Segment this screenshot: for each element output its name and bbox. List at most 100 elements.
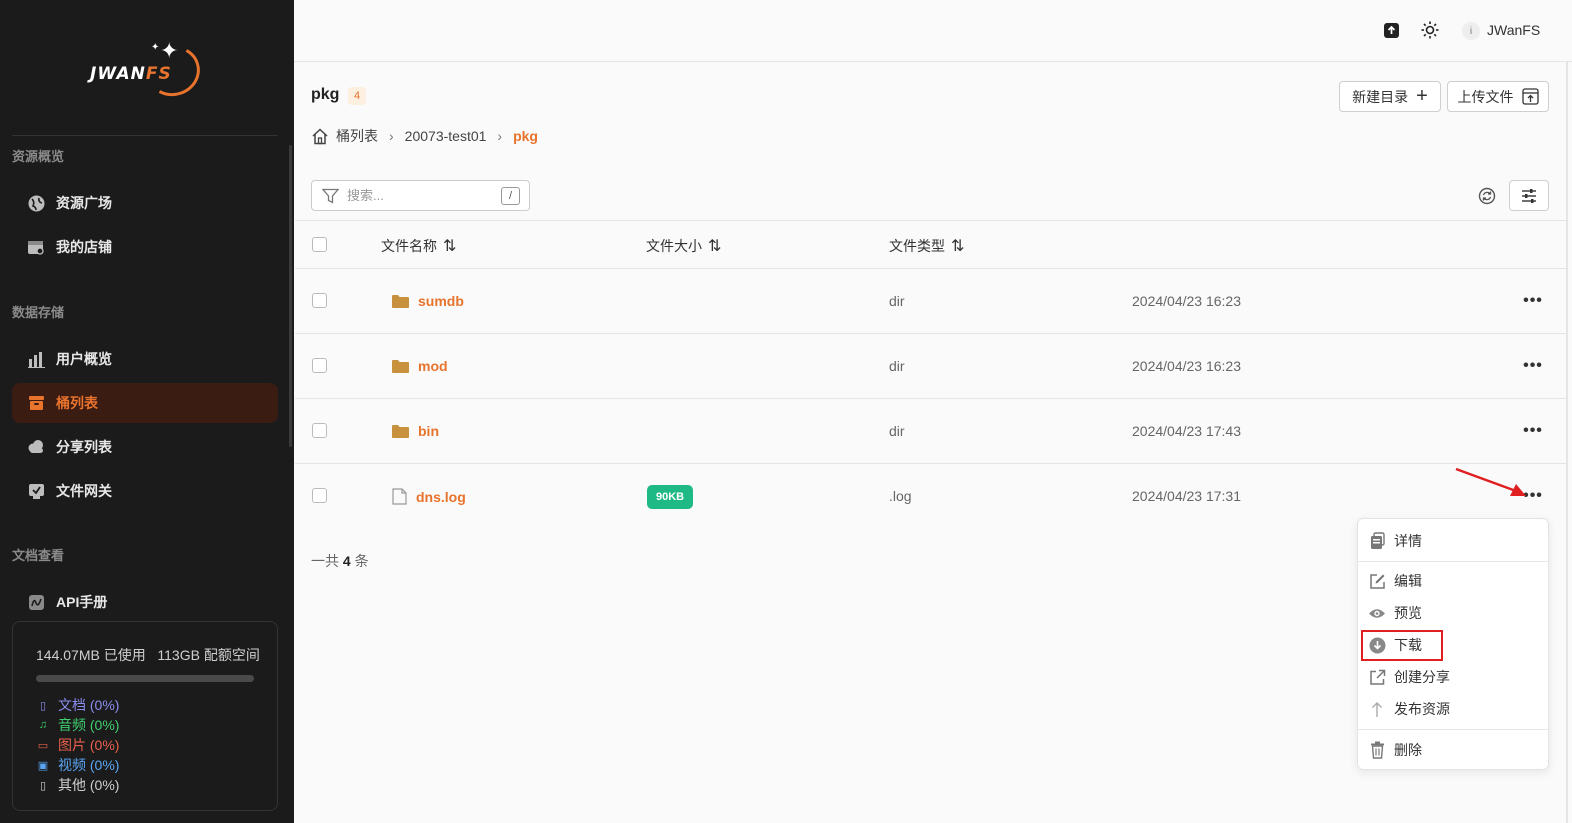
theme-toggle-icon[interactable]: [1420, 20, 1440, 40]
quota-panel: 144.07MB 已使用 113GB 配额空间 ▯ 文档 (0%) ♫ 音频 (0%…: [12, 621, 278, 811]
trash-icon: [1368, 741, 1386, 759]
edit-icon: [1368, 572, 1386, 590]
folder-icon: [392, 294, 409, 308]
modified-time: 2024/04/23 17:43: [1132, 423, 1241, 439]
eye-icon: [1368, 604, 1386, 622]
refresh-button[interactable]: [1474, 180, 1500, 211]
sort-icon: ⇅: [443, 238, 457, 255]
annotation-arrow-icon: [1455, 467, 1526, 496]
sidebar-item-bucket-list[interactable]: 桶列表: [12, 383, 278, 423]
file-name-link[interactable]: mod: [392, 358, 448, 374]
new-directory-button[interactable]: 新建目录 +: [1339, 81, 1441, 112]
page-scrollbar[interactable]: [1566, 62, 1568, 823]
menu-item-preview[interactable]: 预览: [1368, 602, 1422, 624]
sidebar-scrollbar[interactable]: [289, 145, 292, 447]
column-header-type[interactable]: 文件类型 ⇅: [889, 236, 964, 256]
breadcrumb-bucket[interactable]: 20073-test01: [405, 128, 487, 144]
more-actions-button[interactable]: •••: [1523, 421, 1543, 441]
sort-icon: ⇅: [951, 238, 965, 255]
quota-type-list: ▯ 文档 (0%) ♫ 音频 (0%) ▭ 图片 (0%) ▣ 视频 (0%) ▯ 其他 …: [36, 695, 277, 795]
row-checkbox[interactable]: [312, 358, 327, 373]
file-type: dir: [889, 423, 905, 439]
filter-icon: [322, 188, 339, 204]
upload-file-button[interactable]: 上传文件: [1447, 81, 1549, 112]
section-title-storage: 数据存储: [12, 305, 65, 320]
table-row[interactable]: sumdb dir 2024/04/23 16:23 •••: [295, 269, 1567, 334]
row-checkbox[interactable]: [312, 488, 327, 503]
file-name-link[interactable]: bin: [392, 423, 439, 439]
sidebar-item-user-overview[interactable]: 用户概览: [12, 339, 278, 379]
file-name-link[interactable]: dns.log: [392, 488, 466, 505]
sparkle-icon: ✦: [160, 38, 179, 63]
ellipsis-icon: •••: [1523, 357, 1543, 374]
more-actions-button[interactable]: •••: [1523, 356, 1543, 376]
quota-progress-bar: [36, 675, 254, 682]
quota-type-image: ▭ 图片 (0%): [37, 737, 120, 753]
external-link-icon: [1368, 668, 1386, 686]
table-header: 文件名称 ⇅ 文件大小 ⇅ 文件类型 ⇅: [295, 220, 1567, 269]
sort-icon: ⇅: [708, 238, 722, 255]
quota-type-audio: ♫ 音频 (0%): [36, 715, 277, 735]
search-shortcut-key: /: [501, 187, 520, 205]
menu-divider: [1358, 729, 1548, 730]
row-checkbox[interactable]: [312, 423, 327, 438]
more-actions-button[interactable]: •••: [1523, 291, 1543, 311]
table-row[interactable]: bin dir 2024/04/23 17:43 •••: [295, 399, 1567, 464]
modified-time: 2024/04/23 17:31: [1132, 488, 1241, 504]
column-header-name[interactable]: 文件名称 ⇅: [381, 236, 456, 256]
breadcrumb-current: pkg: [513, 128, 538, 144]
menu-item-delete[interactable]: 删除: [1368, 739, 1422, 761]
menu-item-publish[interactable]: 发布资源: [1368, 698, 1450, 720]
arrow-up-icon: [1368, 700, 1386, 718]
sidebar-divider: [12, 135, 278, 136]
file-icon: [392, 488, 407, 505]
quota-type-video: ▣ 视频 (0%): [37, 757, 120, 773]
search-input[interactable]: [347, 188, 497, 203]
sidebar-item-resource-square[interactable]: 资源广场: [12, 183, 278, 223]
file-type: .log: [889, 488, 912, 504]
folder-icon: [392, 359, 409, 373]
folder-icon: [392, 424, 409, 438]
breadcrumb-bucket-list[interactable]: 桶列表: [336, 126, 378, 146]
download-highlight-box: [1361, 630, 1443, 661]
file-type: dir: [889, 293, 905, 309]
column-header-size[interactable]: 文件大小 ⇅: [646, 236, 721, 256]
total-count: 一共 4 条: [311, 553, 369, 569]
sidebar-item-my-shop[interactable]: 我的店铺: [12, 227, 278, 267]
logo-text: JWANFS: [90, 64, 172, 84]
sidebar-item-api-manual[interactable]: API手册: [12, 582, 278, 622]
search-box[interactable]: /: [311, 180, 530, 211]
upload-icon: [1521, 88, 1539, 105]
sidebar-item-file-gateway[interactable]: 文件网关: [12, 471, 278, 511]
plus-icon: +: [1416, 84, 1428, 107]
quota-summary: 144.07MB 已使用 113GB 配额空间: [36, 647, 260, 663]
bar-chart-icon: [27, 350, 45, 368]
file-size-badge: 90KB: [647, 485, 694, 509]
sidebar-item-share-list[interactable]: 分享列表: [12, 427, 278, 467]
avatar[interactable]: i: [1462, 22, 1480, 40]
shop-icon: [27, 238, 45, 256]
row-checkbox[interactable]: [312, 293, 327, 308]
section-title-overview: 资源概览: [12, 149, 65, 164]
archive-icon: [27, 394, 45, 412]
file-table: 文件名称 ⇅ 文件大小 ⇅ 文件类型 ⇅ sumdb dir 2024/04/23 1…: [295, 220, 1567, 529]
table-row[interactable]: mod dir 2024/04/23 16:23 •••: [295, 334, 1567, 399]
clipboard-icon: [1368, 532, 1386, 550]
film-icon: ▣: [37, 759, 49, 772]
logo[interactable]: ✦ ✦ JWANFS: [88, 36, 208, 103]
menu-item-edit[interactable]: 编辑: [1368, 570, 1422, 592]
home-icon[interactable]: [311, 127, 329, 145]
menu-item-create-share[interactable]: 创建分享: [1368, 666, 1450, 688]
select-all-checkbox[interactable]: [312, 237, 327, 252]
modified-time: 2024/04/23 16:23: [1132, 293, 1241, 309]
cloud-icon: [27, 438, 45, 456]
column-settings-button[interactable]: [1509, 180, 1549, 211]
file-name-link[interactable]: sumdb: [392, 293, 464, 309]
username[interactable]: JWanFS: [1487, 22, 1540, 38]
menu-item-details[interactable]: 详情: [1368, 530, 1422, 552]
file-type: dir: [889, 358, 905, 374]
file-icon: ▯: [39, 779, 47, 792]
breadcrumb: 桶列表 › 20073-test01 › pkg: [311, 126, 538, 146]
quota-type-other: ▯ 其他 (0%): [36, 775, 277, 795]
upload-tray-icon[interactable]: [1381, 20, 1401, 40]
